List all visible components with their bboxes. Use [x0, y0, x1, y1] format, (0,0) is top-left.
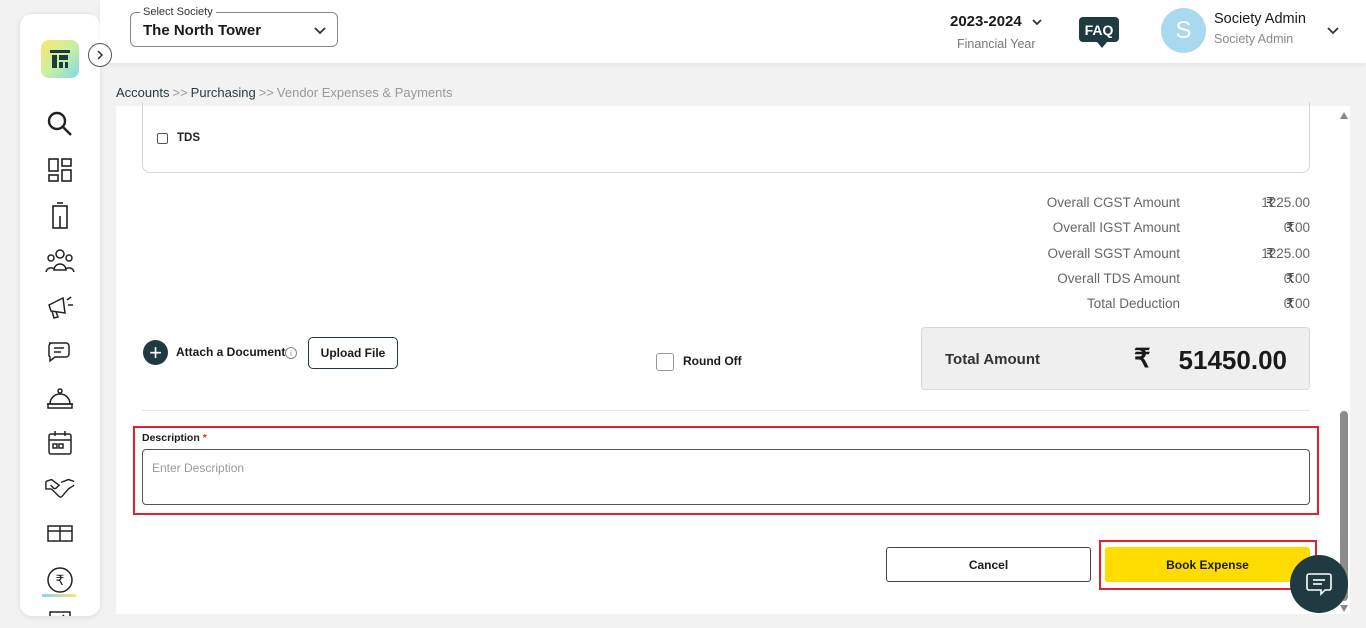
search-icon[interactable] [44, 108, 76, 140]
rupee-icon[interactable]: ₹ [44, 564, 76, 596]
chevron-down-icon [1032, 19, 1042, 26]
financial-year-label: Financial Year [957, 37, 1036, 51]
sidebar: ₹ [20, 14, 100, 616]
summary-label: Overall SGST Amount [1047, 246, 1180, 261]
service-icon[interactable] [44, 382, 76, 414]
user-name: Society Admin [1214, 11, 1306, 27]
summary-row-total-deduction: Total Deduction ₹ 0.00 [996, 296, 1316, 314]
tds-option[interactable]: TDS [157, 132, 200, 144]
top-header: Select Society The North Tower 2023-2024… [100, 0, 1366, 63]
breadcrumb-separator: >> [172, 85, 188, 100]
divider [142, 410, 1310, 411]
scroll-down-arrow-icon[interactable] [1340, 605, 1348, 612]
summary-row-cgst: Overall CGST Amount ₹ 1225.00 [996, 195, 1316, 213]
breadcrumb-accounts[interactable]: Accounts [116, 85, 169, 100]
summary-label: Overall IGST Amount [1052, 220, 1180, 235]
tds-section: TDS [142, 102, 1310, 173]
announcement-icon[interactable] [44, 291, 76, 323]
user-menu-chevron-icon[interactable] [1326, 23, 1340, 37]
description-input[interactable] [142, 449, 1310, 505]
breadcrumb: Accounts >> Purchasing >> Vendor Expenses & … [116, 85, 453, 100]
chat-bubble-icon [1306, 573, 1332, 596]
sidebar-toggle-button[interactable] [88, 43, 112, 67]
summary-value: 0.00 [1283, 220, 1310, 235]
chevron-right-icon [97, 50, 104, 60]
society-select-label: Select Society [140, 6, 216, 18]
upload-file-button[interactable]: Upload File [308, 337, 398, 369]
chevron-down-icon [314, 27, 326, 35]
breadcrumb-current: Vendor Expenses & Payments [276, 85, 453, 100]
financial-year-value: 2023-2024 [950, 13, 1022, 30]
book-expense-button[interactable]: Book Expense [1105, 547, 1310, 582]
breadcrumb-purchasing[interactable]: Purchasing [191, 85, 256, 100]
summary-row-igst: Overall IGST Amount ₹ 0.00 [996, 220, 1316, 238]
round-off-label: Round Off [683, 354, 742, 368]
svg-text:₹: ₹ [56, 573, 65, 589]
attach-document-label: Attach a Document [176, 345, 286, 359]
society-select[interactable]: Select Society The North Tower [130, 6, 338, 47]
checklist-icon[interactable] [44, 606, 76, 616]
avatar[interactable]: S [1161, 8, 1206, 53]
round-off-checkbox[interactable] [656, 353, 674, 371]
total-amount-box: Total Amount ₹ 51450.00 [921, 327, 1310, 390]
society-select-value: The North Tower [143, 22, 262, 39]
summary-label: Total Deduction [1086, 296, 1180, 311]
handshake-icon[interactable] [44, 472, 76, 504]
page-scrollbar[interactable] [1337, 106, 1351, 614]
chat-support-button[interactable] [1290, 555, 1348, 613]
expense-form: TDS Overall CGST Amount ₹ 1225.00 Overal… [116, 102, 1350, 614]
summary-label: Overall TDS Amount [1057, 271, 1180, 286]
members-icon[interactable] [44, 245, 76, 277]
tds-label: TDS [177, 132, 200, 144]
user-role: Society Admin [1214, 32, 1294, 46]
summary-value: 0.00 [1283, 296, 1310, 311]
summary-value: 1225.00 [1261, 195, 1310, 210]
chat-icon[interactable] [44, 336, 76, 368]
description-label: Description * [142, 432, 207, 444]
summary-value: 0.00 [1283, 271, 1310, 286]
summary-row-tds: Overall TDS Amount ₹ 0.00 [996, 271, 1316, 289]
calendar-icon[interactable] [44, 427, 76, 459]
summary-value: 1225.00 [1261, 246, 1310, 261]
financial-year-select[interactable]: 2023-2024 Financial Year [950, 13, 1080, 51]
total-amount-value: 51450.00 [1178, 345, 1287, 375]
summary-label: Overall CGST Amount [1046, 195, 1180, 210]
info-icon[interactable]: i [285, 347, 297, 359]
faq-button[interactable]: FAQ [1079, 17, 1119, 48]
tds-checkbox[interactable] [157, 132, 168, 144]
breadcrumb-separator: >> [258, 85, 274, 100]
total-currency-symbol: ₹ [1134, 343, 1151, 373]
summary-row-sgst: Overall SGST Amount ₹ 1225.00 [996, 246, 1316, 264]
active-nav-indicator [42, 594, 76, 597]
dashboard-icon[interactable] [44, 154, 76, 186]
total-amount-label: Total Amount [945, 351, 1040, 368]
building-icon[interactable] [44, 200, 76, 232]
required-marker: * [202, 432, 207, 444]
attach-document-plus-icon[interactable]: + [143, 340, 168, 365]
app-logo[interactable] [41, 40, 79, 78]
cancel-button[interactable]: Cancel [886, 547, 1091, 582]
scroll-up-arrow-icon[interactable] [1340, 112, 1348, 119]
description-label-text: Description [142, 432, 200, 444]
parcel-icon[interactable] [44, 517, 76, 549]
